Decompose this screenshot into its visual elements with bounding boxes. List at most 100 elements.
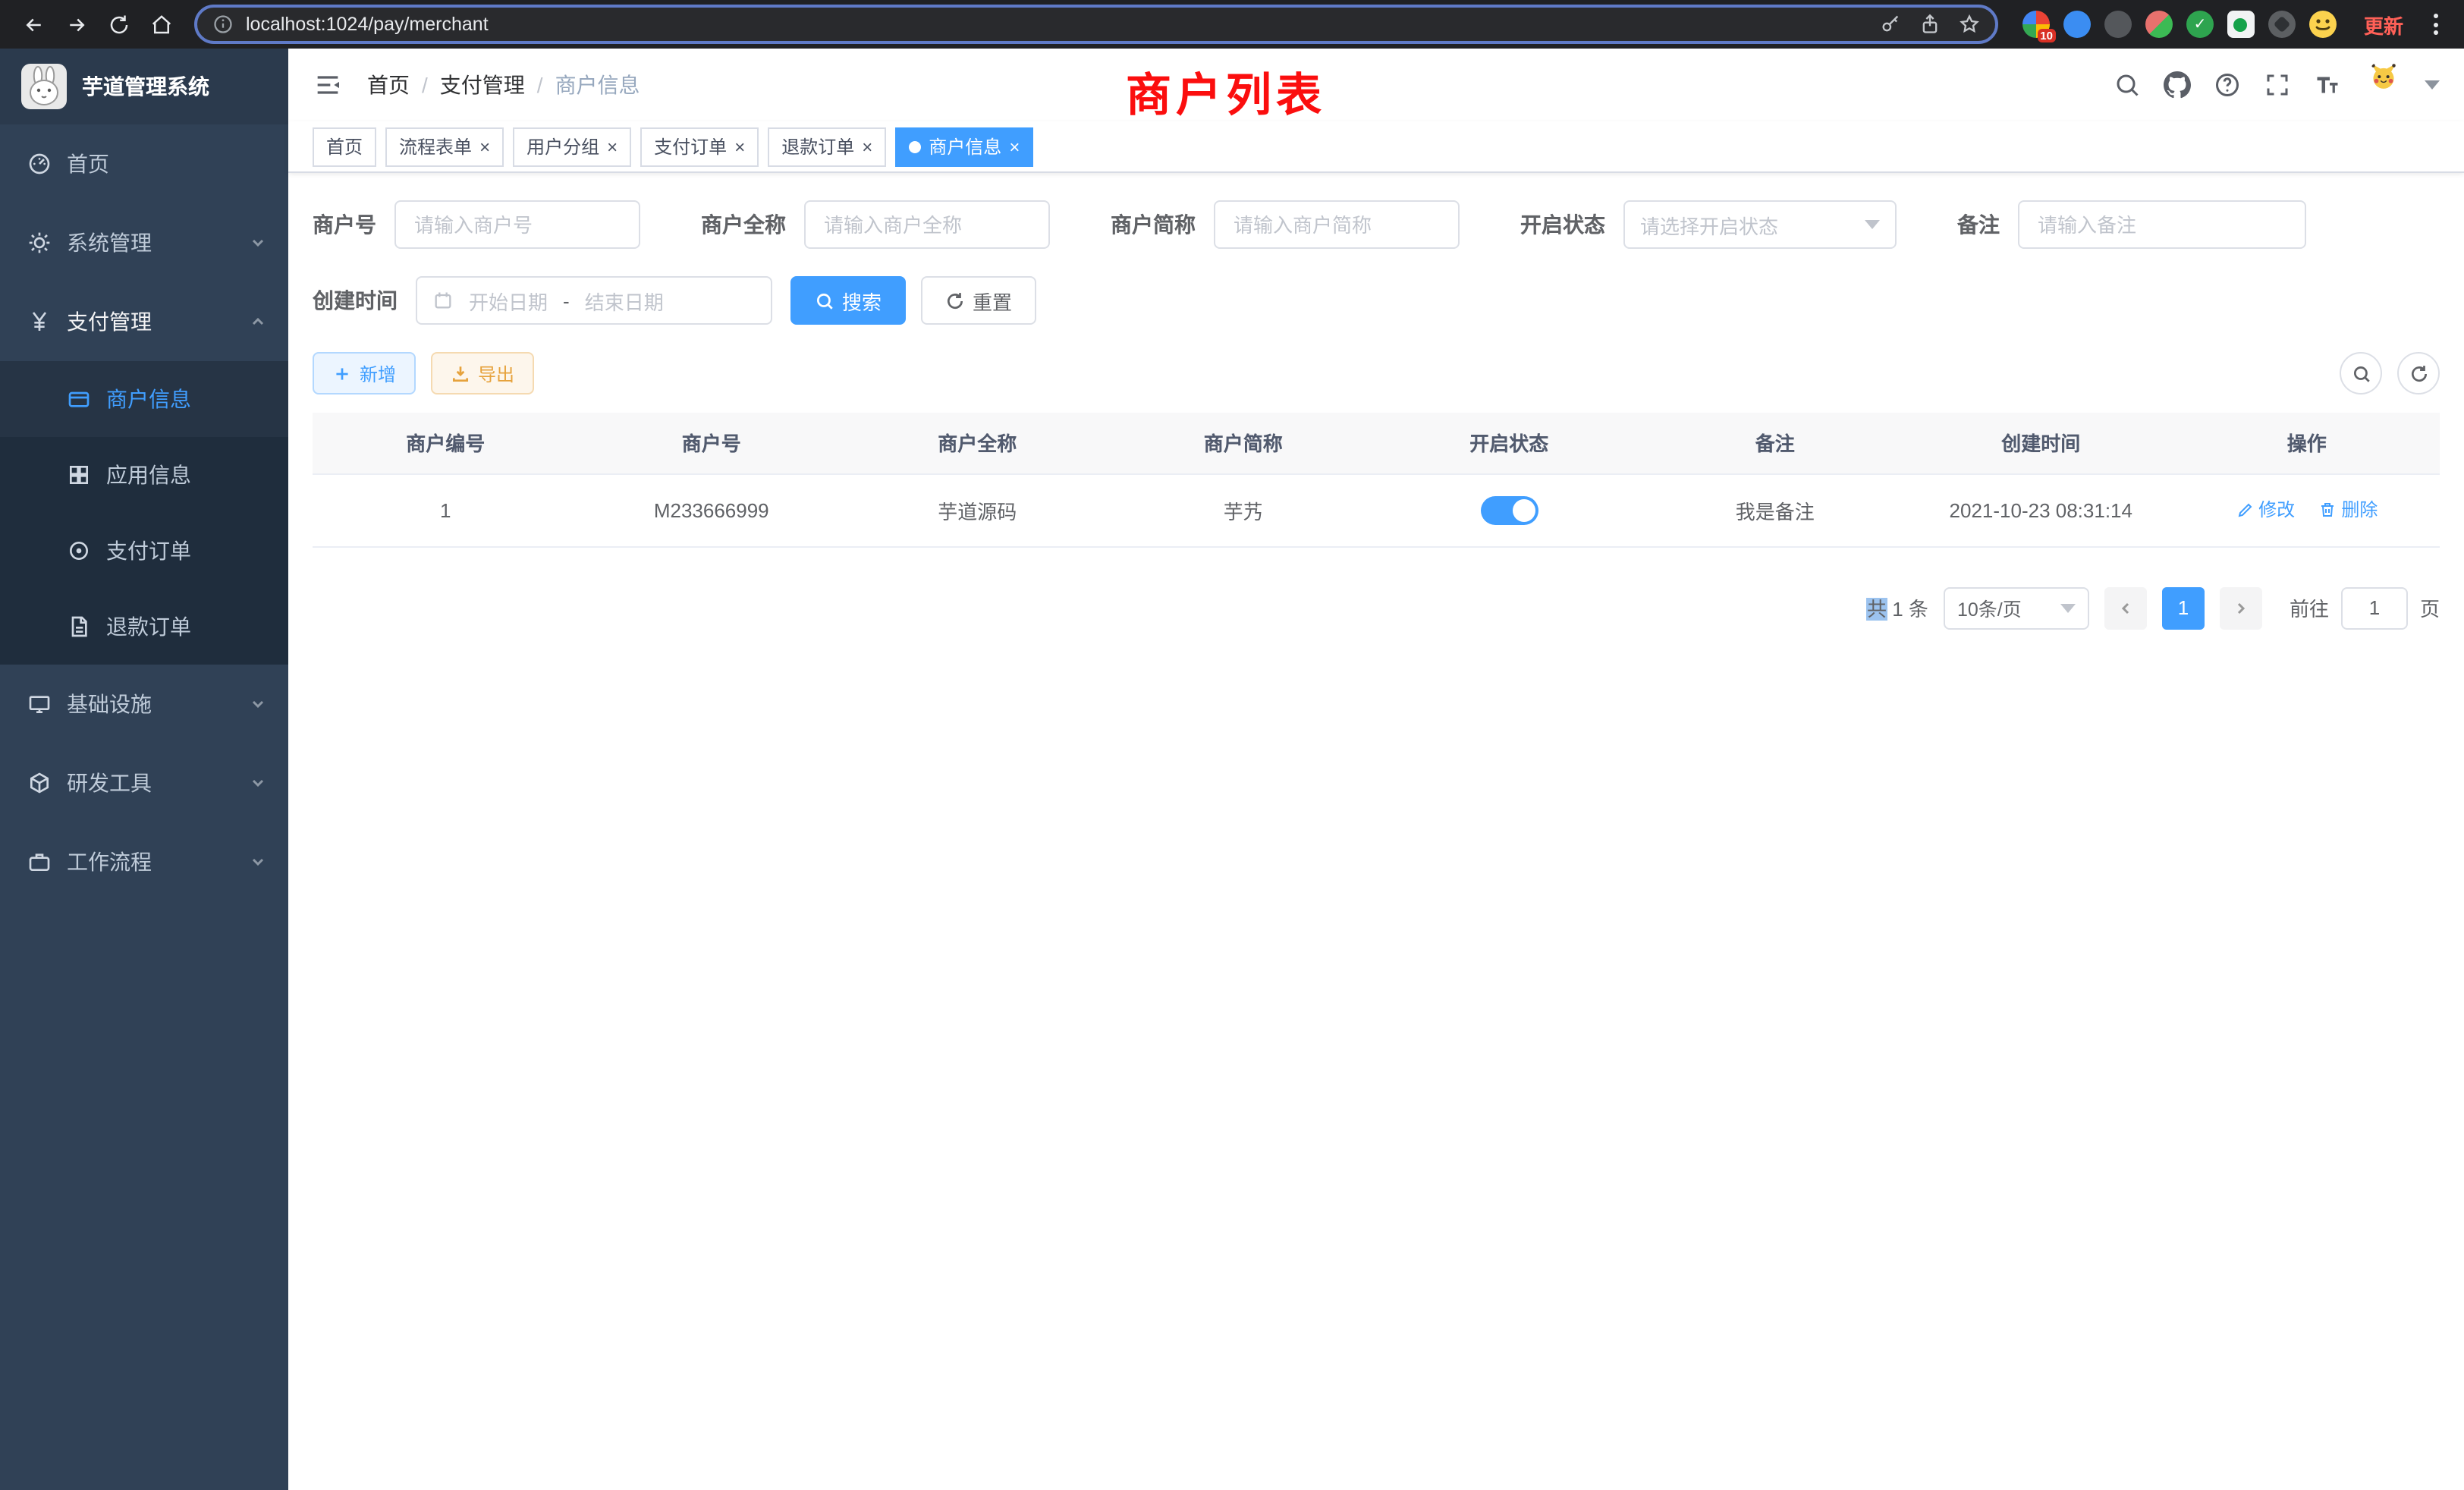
cell-merchant-id: 1: [313, 473, 579, 546]
fullscreen-icon[interactable]: [2264, 71, 2291, 99]
refresh-table-button[interactable]: [2397, 352, 2440, 395]
breadcrumb: 首页 / 支付管理 / 商户信息: [367, 70, 640, 100]
table-row: 1 M233666999 芋道源码 芋艿 我是备注 2021-10-23 08:…: [313, 473, 2440, 546]
close-icon[interactable]: [1009, 137, 1020, 156]
close-icon[interactable]: [479, 137, 490, 156]
page-number-button[interactable]: 1: [2162, 586, 2205, 629]
share-icon[interactable]: [1919, 14, 1941, 35]
dashboard-icon: [27, 152, 52, 176]
github-icon[interactable]: [2164, 71, 2191, 99]
box-icon: [27, 771, 52, 795]
font-size-icon[interactable]: [2314, 71, 2341, 99]
tab-user-group[interactable]: 用户分组: [513, 127, 631, 166]
page-size-select[interactable]: 10条/页: [1944, 586, 2089, 629]
sidebar-item-workflow[interactable]: 工作流程: [0, 822, 288, 901]
cell-actions: 修改 删除: [2174, 473, 2440, 546]
sidebar-item-label: 退款订单: [106, 611, 191, 642]
breadcrumb-home[interactable]: 首页: [367, 70, 410, 100]
close-icon[interactable]: [862, 137, 872, 156]
reset-button[interactable]: 重置: [921, 276, 1036, 325]
next-page-button[interactable]: [2220, 586, 2262, 629]
browser-forward-button[interactable]: [58, 6, 94, 42]
browser-update-button[interactable]: 更新: [2352, 10, 2415, 39]
create-time-range-picker[interactable]: 开始日期 - 结束日期: [416, 276, 772, 325]
url-bar[interactable]: localhost:1024/pay/merchant: [194, 5, 1998, 44]
browser-reload-button[interactable]: [100, 6, 137, 42]
browser-home-button[interactable]: [143, 6, 179, 42]
avatar-image: [2370, 62, 2415, 108]
extension-icon-check[interactable]: [2186, 11, 2214, 38]
chevron-down-icon: [249, 695, 267, 713]
short-name-label: 商户简称: [1111, 209, 1196, 240]
extension-icon-smiley[interactable]: [2309, 11, 2337, 38]
extension-icon-pie[interactable]: 10: [2022, 11, 2050, 38]
sidebar-item-dev-tools[interactable]: 研发工具: [0, 743, 288, 822]
status-toggle[interactable]: [1480, 495, 1538, 524]
edit-link[interactable]: 修改: [2236, 497, 2295, 523]
browser-back-button[interactable]: [15, 6, 52, 42]
status-select[interactable]: 请选择开启状态: [1623, 200, 1897, 249]
site-info-icon[interactable]: [212, 14, 234, 35]
sidebar-item-system[interactable]: 系统管理: [0, 203, 288, 282]
toggle-search-button[interactable]: [2340, 352, 2382, 395]
sidebar-item-refund-order[interactable]: 退款订单: [0, 589, 288, 665]
calendar-icon: [432, 290, 454, 311]
help-icon[interactable]: [2214, 71, 2241, 99]
close-icon[interactable]: [607, 137, 618, 156]
close-icon[interactable]: [734, 137, 745, 156]
date-end-placeholder: 结束日期: [585, 286, 664, 315]
extension-cluster: 10: [2022, 11, 2337, 38]
browser-menu-icon[interactable]: [2422, 8, 2449, 41]
goto-suffix: 页: [2420, 593, 2440, 622]
sidebar-item-merchant-info[interactable]: 商户信息: [0, 361, 288, 437]
chevron-down-icon: [249, 234, 267, 252]
tab-process-form[interactable]: 流程表单: [385, 127, 504, 166]
rabbit-logo-icon: [21, 64, 67, 109]
extension-icon-square[interactable]: [2227, 11, 2255, 38]
header-search-icon[interactable]: [2114, 71, 2141, 99]
page-size-value: 10条/页: [1957, 593, 2022, 622]
sidebar-submenu-pay: 商户信息 应用信息 支付订单 退款订单: [0, 361, 288, 665]
breadcrumb-pay[interactable]: 支付管理: [440, 70, 525, 100]
password-key-icon[interactable]: [1880, 14, 1901, 35]
pagination: 共 1 条 10条/页 1 前往 页: [313, 586, 2440, 629]
search-button[interactable]: 搜索: [790, 276, 906, 325]
extension-icon-leaf[interactable]: [2145, 11, 2173, 38]
briefcase-icon: [27, 850, 52, 874]
edit-link-label: 修改: [2258, 497, 2295, 523]
add-button[interactable]: 新增: [313, 352, 416, 395]
cell-create-time: 2021-10-23 08:31:14: [1908, 473, 2174, 546]
delete-link[interactable]: 删除: [2318, 497, 2378, 523]
col-merchant-id: 商户编号: [313, 413, 579, 473]
col-merchant-no: 商户号: [579, 413, 845, 473]
sidebar-logo[interactable]: 芋道管理系统: [0, 49, 288, 124]
yen-icon: [27, 310, 52, 334]
sidebar-toggle-icon[interactable]: [313, 70, 343, 100]
prev-page-button[interactable]: [2104, 586, 2147, 629]
tag-tabs-bar: 首页 流程表单 用户分组 支付订单 退款订单: [288, 121, 2464, 173]
sidebar-item-infra[interactable]: 基础设施: [0, 665, 288, 743]
sidebar-item-pay[interactable]: 支付管理: [0, 282, 288, 361]
search-button-label: 搜索: [842, 286, 882, 315]
extension-icon-nut[interactable]: [2268, 11, 2296, 38]
extension-icon-drop[interactable]: [2063, 11, 2091, 38]
create-time-label: 创建时间: [313, 285, 398, 316]
goto-page-input[interactable]: [2341, 586, 2408, 629]
bookmark-star-icon[interactable]: [1959, 14, 1980, 35]
sidebar-item-home[interactable]: 首页: [0, 124, 288, 203]
sidebar-item-pay-order[interactable]: 支付订单: [0, 513, 288, 589]
tab-pay-order[interactable]: 支付订单: [640, 127, 759, 166]
user-avatar[interactable]: [2370, 62, 2440, 108]
tab-merchant-info[interactable]: 商户信息: [895, 127, 1033, 166]
export-button[interactable]: 导出: [431, 352, 534, 395]
date-separator: -: [563, 289, 570, 312]
merchant-no-input[interactable]: [394, 200, 640, 249]
extension-icon-dark[interactable]: [2104, 11, 2132, 38]
remark-input[interactable]: [2018, 200, 2306, 249]
sidebar-item-app-info[interactable]: 应用信息: [0, 437, 288, 513]
tab-refund-order[interactable]: 退款订单: [768, 127, 886, 166]
short-name-input[interactable]: [1214, 200, 1460, 249]
full-name-input[interactable]: [804, 200, 1050, 249]
tab-home[interactable]: 首页: [313, 127, 376, 166]
full-name-label: 商户全称: [701, 209, 786, 240]
